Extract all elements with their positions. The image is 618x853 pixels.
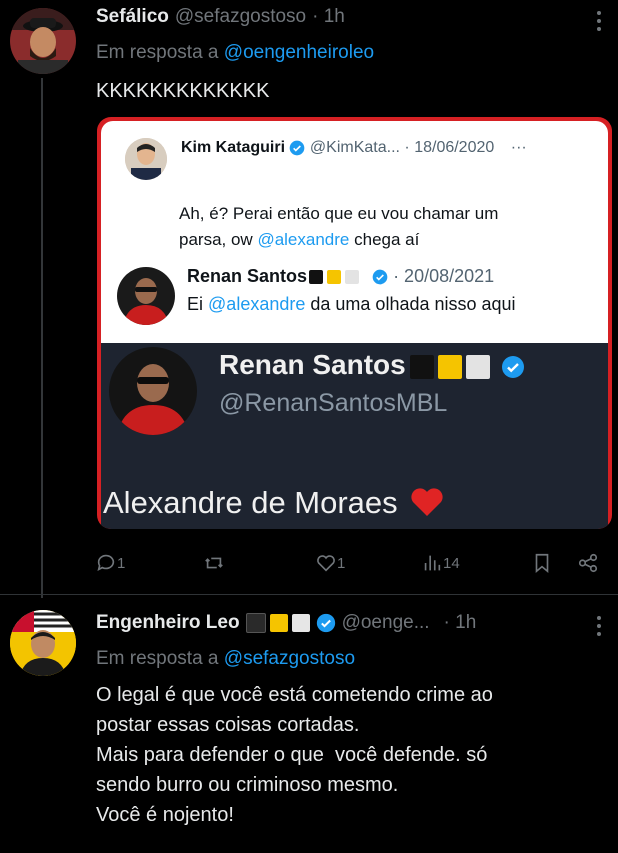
share-button[interactable] — [577, 552, 599, 574]
embed-screenshot-top: Kim Kataguiri @KimKata... · 18/06/2020 ·… — [101, 121, 608, 455]
divider — [0, 594, 618, 595]
embed-quoted-mention: @alexandre — [257, 230, 350, 249]
flag-black — [409, 354, 434, 379]
views-icon — [424, 555, 441, 571]
bookmark-icon — [535, 553, 549, 574]
embed-profile-name-row: Renan Santos — [219, 349, 525, 381]
embed-quoted-line1: Ah, é? Perai então que eu vou chamar um — [179, 204, 499, 223]
thread-line — [41, 78, 43, 598]
reply-icon — [97, 554, 115, 571]
embed-reply-text-end: da uma olhada nisso aqui — [310, 294, 516, 314]
flag-black — [245, 613, 266, 633]
embed-caption-text: Alexandre de Moraes — [103, 485, 398, 520]
reply-to-link[interactable]: @sefazgostoso — [224, 648, 355, 669]
reply-prefix: Em resposta a — [96, 42, 219, 63]
reply-button[interactable]: 1 — [95, 552, 125, 574]
embed-profile-handle: @RenanSantosMBL — [219, 389, 448, 417]
flag-white — [291, 614, 310, 632]
embed-quoted-line2-start: parsa, ow — [179, 230, 253, 249]
timestamp[interactable]: · 1h — [444, 612, 477, 634]
flag-white — [465, 354, 490, 379]
retweet-icon — [205, 557, 223, 569]
more-icon[interactable] — [589, 615, 609, 637]
attached-image[interactable]: Kim Kataguiri @KimKata... · 18/06/2020 ·… — [97, 117, 612, 529]
heart-emoji-icon — [411, 488, 443, 516]
embed-quoted-handle: @KimKata... — [309, 139, 400, 156]
avatar[interactable] — [10, 610, 76, 676]
verified-icon — [290, 140, 305, 156]
display-name[interactable]: Sefálico — [96, 6, 169, 28]
embed-avatar-kim — [125, 138, 167, 180]
avatar-photo — [10, 610, 76, 676]
embed-avatar-renan-large — [109, 347, 197, 435]
embed-quoted-line2: parsa, ow @alexandre chega aí — [179, 227, 498, 253]
embed-reply-date: · 20/08/2021 — [393, 266, 495, 286]
like-icon — [317, 555, 335, 572]
retweet-button[interactable] — [203, 552, 225, 574]
verified-icon — [502, 355, 525, 378]
action-bar: 1 1 14 — [95, 552, 605, 580]
reply-context: Em resposta a @oengenheiroleo — [96, 42, 374, 64]
handle[interactable]: @oenge... — [342, 612, 430, 634]
embed-reply-header: Renan Santos · 20/08/2021 — [187, 266, 494, 287]
embed-more-icon: ··· — [510, 139, 527, 156]
display-name[interactable]: Engenheiro Leo — [96, 612, 240, 634]
tweet-text-line: sendo burro ou criminoso mesmo. — [96, 774, 399, 796]
flag-yellow — [327, 270, 342, 285]
avatar-photo — [10, 8, 76, 74]
tweet-header: Sefálico @sefazgostoso · 1h — [96, 6, 345, 28]
views-count: 14 — [443, 554, 460, 572]
tweet-text-line: postar essas coisas cortadas. — [96, 714, 360, 736]
tweet-text-line: O legal é que você está cometendo crime … — [96, 684, 493, 706]
tweet-text-line: Você é nojento! — [96, 804, 234, 826]
verified-icon — [372, 269, 388, 285]
tweet-header: Engenheiro Leo @oenge... · 1h — [96, 612, 476, 634]
more-icon[interactable] — [589, 10, 609, 32]
embed-quoted-text: Ah, é? Perai então que eu vou chamar um … — [179, 201, 498, 253]
reply-to-link[interactable]: @oengenheiroleo — [224, 42, 374, 63]
embed-quoted-name: Kim Kataguiri — [181, 139, 286, 156]
embed-screenshot-bottom: Alexandre de Moraes — [101, 455, 608, 529]
flag-yellow — [269, 614, 288, 632]
embed-quoted-date: · 18/06/2020 — [404, 139, 495, 156]
share-icon — [578, 553, 598, 573]
embed-reply-name: Renan Santos — [187, 266, 308, 286]
flag-black — [309, 270, 324, 285]
embed-reply-mention: @alexandre — [208, 294, 306, 314]
reply-prefix: Em resposta a — [96, 648, 219, 669]
flag-white — [345, 270, 360, 285]
tweet-text: KKKKKKKKKKKKK — [96, 80, 270, 102]
embed-quoted-line2-end: chega aí — [354, 230, 420, 249]
views-button[interactable]: 14 — [421, 552, 460, 574]
timestamp[interactable]: · 1h — [312, 6, 345, 28]
embed-caption: Alexandre de Moraes — [103, 485, 444, 521]
bookmark-button[interactable] — [531, 552, 553, 574]
embed-reply-text-start: Ei — [187, 294, 204, 314]
embed-avatar-renan-small — [117, 267, 175, 325]
tweet-text: O legal é que você está cometendo crime … — [96, 680, 493, 830]
handle[interactable]: @sefazgostoso — [175, 6, 306, 28]
reply-context: Em resposta a @sefazgostoso — [96, 648, 355, 670]
reply-count: 1 — [117, 554, 126, 572]
embed-profile-name: Renan Santos — [219, 349, 406, 380]
flag-yellow — [437, 354, 462, 379]
like-count: 1 — [337, 554, 346, 572]
tweet-text-line: Mais para defender o que você defende. s… — [96, 744, 488, 766]
like-button[interactable]: 1 — [315, 552, 345, 574]
embed-quoted-header: Kim Kataguiri @KimKata... · 18/06/2020 ·… — [181, 139, 527, 157]
verified-icon[interactable] — [316, 613, 336, 633]
avatar[interactable] — [10, 8, 76, 74]
embed-reply-text: Ei @alexandre da uma olhada nisso aqui — [187, 294, 516, 315]
